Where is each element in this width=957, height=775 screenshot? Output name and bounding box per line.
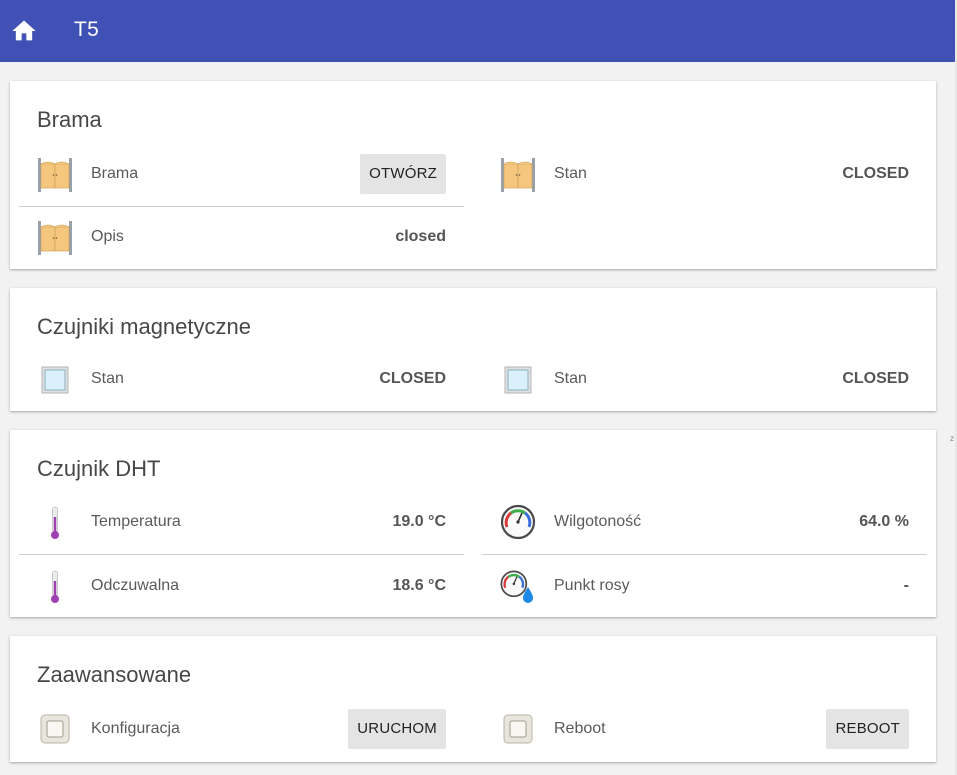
card-czujnik-dht: Czujnik DHT Temperatura 19.0 °C Wilgoton… <box>10 430 936 617</box>
row-reboot: Reboot REBOOT <box>482 697 927 761</box>
row-value: 19.0 °C <box>392 513 446 530</box>
row-punkt-rosy: Punkt rosy - <box>482 554 927 618</box>
hygrometer-icon <box>500 504 536 540</box>
thermometer-icon <box>50 506 60 540</box>
row-value: CLOSED <box>842 165 909 182</box>
dew-point-icon <box>500 570 533 603</box>
home-icon <box>12 20 36 41</box>
row-brama: Brama OTWÓRZ <box>19 142 464 207</box>
thermometer-icon <box>50 570 60 604</box>
window-icon <box>41 366 69 394</box>
row-label: Temperatura <box>91 513 181 530</box>
row-temperatura: Temperatura 19.0 °C <box>19 490 464 555</box>
row-stan-1: Stan CLOSED <box>19 347 464 411</box>
home-button[interactable] <box>10 17 38 45</box>
app-title: T5 <box>74 18 100 41</box>
reboot-button[interactable]: REBOOT <box>826 709 909 749</box>
row-label: Stan <box>554 370 587 387</box>
row-value: 64.0 % <box>859 513 909 530</box>
card-title: Brama <box>37 107 102 132</box>
row-label: Brama <box>91 165 139 182</box>
row-value: - <box>903 577 909 594</box>
row-label: Konfiguracja <box>91 720 180 737</box>
row-label: Reboot <box>554 720 606 737</box>
row-stan: Stan CLOSED <box>482 142 927 206</box>
row-stan-2: Stan CLOSED <box>482 347 927 411</box>
gate-icon <box>500 157 536 193</box>
row-label: Opis <box>91 228 124 245</box>
card-title: Czujnik DHT <box>37 456 161 481</box>
otworz-button[interactable]: OTWÓRZ <box>360 154 446 194</box>
row-konfiguracja: Konfiguracja URUCHOM <box>19 697 464 761</box>
row-label: Punkt rosy <box>554 577 630 594</box>
gate-icon <box>37 157 73 193</box>
app-header: T5 <box>0 0 955 62</box>
edge-glyph: z <box>950 434 954 443</box>
row-wilgotnosc: Wilgotoność 64.0 % <box>482 490 927 555</box>
row-label: Stan <box>554 165 587 182</box>
uruchom-button[interactable]: URUCHOM <box>348 709 446 749</box>
card-brama: Brama Brama OTWÓRZ Stan CLOSED Opis clos… <box>10 81 936 269</box>
row-value: CLOSED <box>379 370 446 387</box>
card-zaawansowane: Zaawansowane Konfiguracja URUCHOM Reboot… <box>10 636 936 762</box>
row-value: CLOSED <box>842 370 909 387</box>
row-label: Wilgotoność <box>554 513 642 530</box>
row-label: Odczuwalna <box>91 577 180 594</box>
card-czujniki-magnetyczne: Czujniki magnetyczne Stan CLOSED Stan CL… <box>10 288 936 411</box>
card-title: Zaawansowane <box>37 662 192 687</box>
row-odczuwalna: Odczuwalna 18.6 °C <box>19 554 464 618</box>
window-icon <box>504 366 532 394</box>
gate-icon <box>37 220 73 256</box>
switch-icon <box>503 714 533 744</box>
card-title: Czujniki magnetyczne <box>37 314 251 339</box>
switch-icon <box>40 714 70 744</box>
row-value: closed <box>395 228 446 245</box>
row-opis: Opis closed <box>19 205 464 269</box>
row-label: Stan <box>91 370 124 387</box>
row-value: 18.6 °C <box>392 577 446 594</box>
